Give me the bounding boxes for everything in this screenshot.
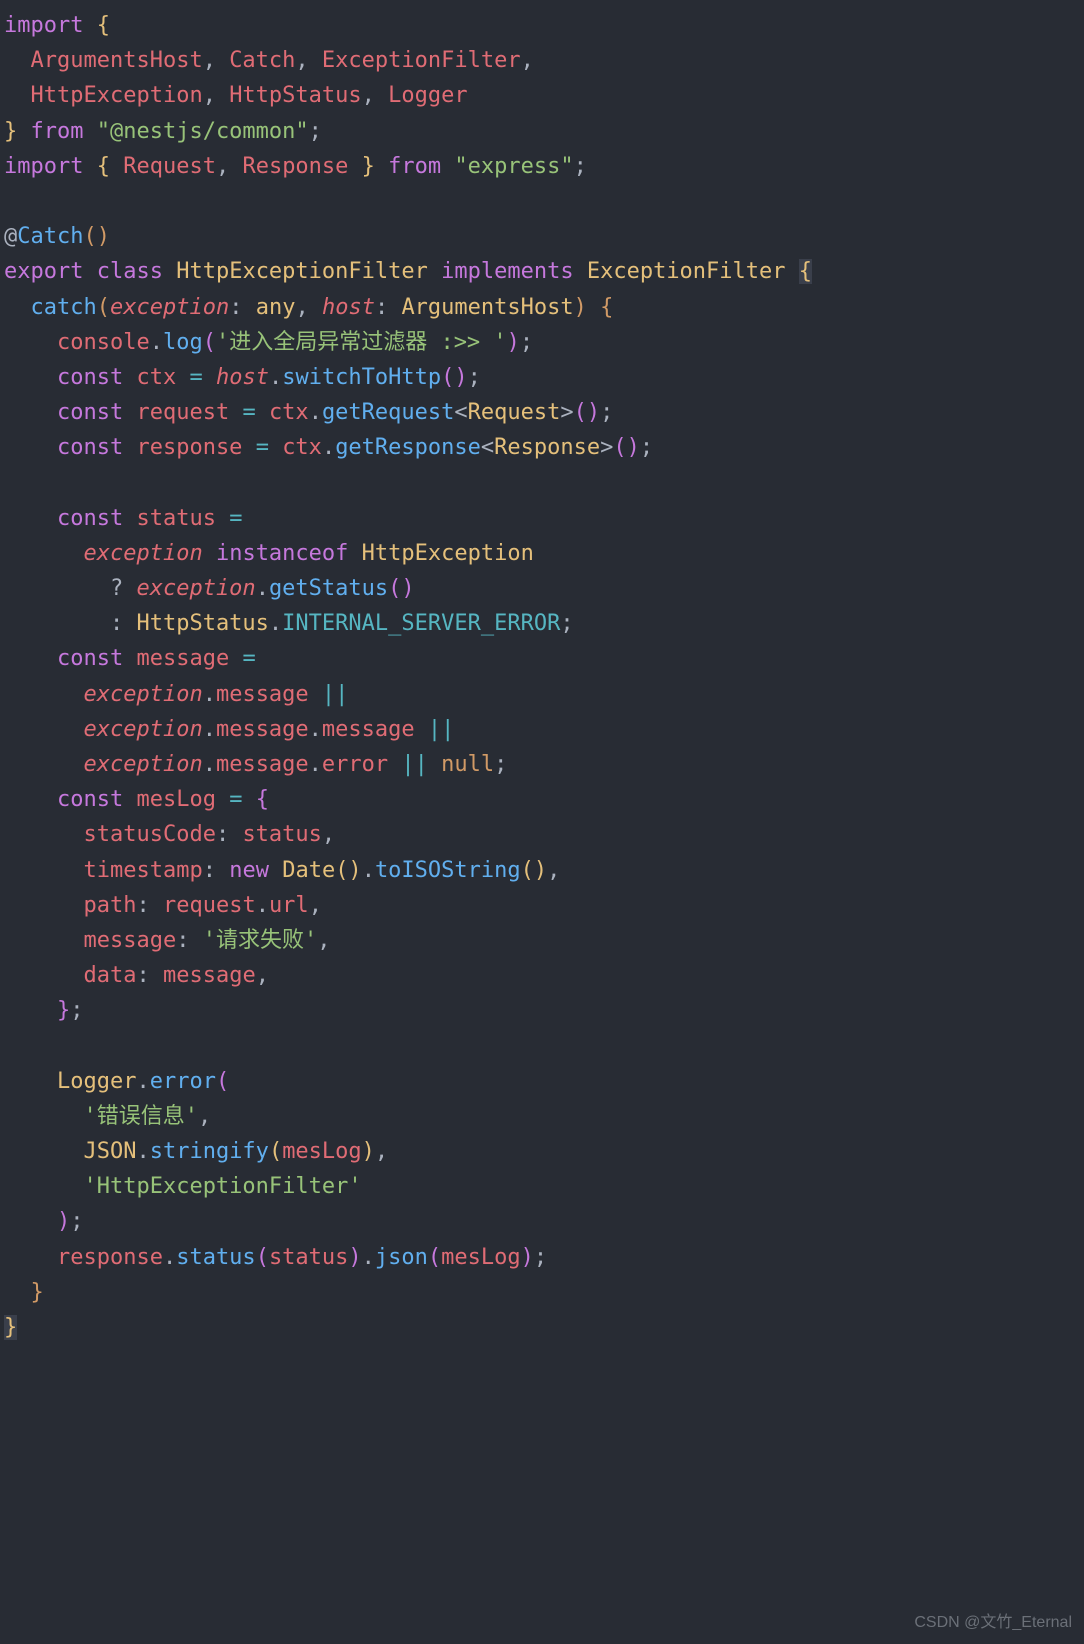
kw-import: import — [4, 154, 83, 179]
id-Logger: Logger — [57, 1069, 136, 1094]
id-mesLog: mesLog — [441, 1245, 520, 1270]
kw-const: const — [57, 365, 123, 390]
key-statusCode: statusCode — [83, 822, 215, 847]
id-message: message — [163, 963, 256, 988]
id-Response: Response — [242, 154, 348, 179]
id-ctx: ctx — [269, 400, 309, 425]
prop-message: message — [216, 717, 309, 742]
kw-export: export — [4, 259, 83, 284]
id-exception: exception — [83, 682, 202, 707]
kw-const: const — [57, 646, 123, 671]
id-Logger: Logger — [388, 83, 467, 108]
fn-stringify: stringify — [150, 1139, 269, 1164]
id-ctx: ctx — [282, 435, 322, 460]
type-HttpException: HttpException — [362, 541, 534, 566]
id-response: response — [57, 1245, 163, 1270]
prop-message: message — [216, 752, 309, 777]
decorator-Catch: Catch — [17, 224, 83, 249]
str-nestjs: "@nestjs/common" — [97, 119, 309, 144]
fn-getResponse: getResponse — [335, 435, 481, 460]
kw-import: import — [4, 13, 83, 38]
kw-class: class — [97, 259, 163, 284]
kw-const: const — [57, 400, 123, 425]
id-ExceptionFilter: ExceptionFilter — [322, 48, 521, 73]
kw-implements: implements — [441, 259, 573, 284]
type-ExceptionFilter: ExceptionFilter — [587, 259, 786, 284]
id-status: status — [136, 506, 215, 531]
id-console: console — [57, 330, 150, 355]
kw-const: const — [57, 506, 123, 531]
key-timestamp: timestamp — [83, 858, 202, 883]
kw-instanceof: instanceof — [216, 541, 348, 566]
decorator-at: @ — [4, 224, 17, 249]
key-path: path — [83, 893, 136, 918]
fn-getRequest: getRequest — [322, 400, 454, 425]
fn-error: error — [150, 1069, 216, 1094]
id-Request: Request — [123, 154, 216, 179]
kw-from: from — [31, 119, 84, 144]
param-host: host — [322, 295, 375, 320]
kw-new: new — [229, 858, 269, 883]
id-mesLog: mesLog — [136, 787, 215, 812]
fn-getStatus: getStatus — [269, 576, 388, 601]
method-catch: catch — [31, 295, 97, 320]
id-status: status — [269, 1245, 348, 1270]
code-block: import { ArgumentsHost, Catch, Exception… — [0, 0, 1084, 1353]
fn-toISOString: toISOString — [375, 858, 521, 883]
kw-from: from — [388, 154, 441, 179]
id-HttpStatus: HttpStatus — [136, 611, 268, 636]
str-filter: 'HttpExceptionFilter' — [83, 1174, 361, 1199]
fn-switchToHttp: switchToHttp — [282, 365, 441, 390]
class-Date: Date — [282, 858, 335, 883]
param-exception: exception — [110, 295, 229, 320]
type-any: any — [256, 295, 296, 320]
type-Response: Response — [494, 435, 600, 460]
prop-url: url — [269, 893, 309, 918]
id-message: message — [136, 646, 229, 671]
id-host: host — [216, 365, 269, 390]
kw-null: null — [441, 752, 494, 777]
const-INTERNAL: INTERNAL_SERVER_ERROR — [282, 611, 560, 636]
prop-error: error — [322, 752, 388, 777]
watermark: CSDN @文竹_Eternal — [914, 1610, 1072, 1636]
id-JSON: JSON — [83, 1139, 136, 1164]
key-data: data — [83, 963, 136, 988]
str-log: '进入全局异常过滤器 :>> ' — [216, 330, 507, 355]
id-HttpException: HttpException — [31, 83, 203, 108]
id-HttpStatus: HttpStatus — [229, 83, 361, 108]
fn-log: log — [163, 330, 203, 355]
kw-const: const — [57, 787, 123, 812]
id-Catch: Catch — [229, 48, 295, 73]
id-exception: exception — [83, 541, 202, 566]
id-request: request — [136, 400, 229, 425]
id-mesLog: mesLog — [282, 1139, 361, 1164]
fn-json: json — [375, 1245, 428, 1270]
class-HttpExceptionFilter: HttpExceptionFilter — [176, 259, 428, 284]
id-ArgumentsHost: ArgumentsHost — [31, 48, 203, 73]
key-message: message — [83, 928, 176, 953]
id-exception: exception — [83, 752, 202, 777]
prop-message: message — [216, 682, 309, 707]
id-status: status — [242, 822, 321, 847]
id-ctx: ctx — [136, 365, 176, 390]
type-Request: Request — [468, 400, 561, 425]
id-exception: exception — [136, 576, 255, 601]
id-response: response — [136, 435, 242, 460]
str-errinfo: '错误信息' — [83, 1104, 198, 1129]
prop-message: message — [322, 717, 415, 742]
kw-const: const — [57, 435, 123, 460]
str-express: "express" — [454, 154, 573, 179]
str-reqfail: '请求失败' — [203, 928, 318, 953]
fn-status: status — [176, 1245, 255, 1270]
type-ArgumentsHost: ArgumentsHost — [401, 295, 573, 320]
id-request: request — [163, 893, 256, 918]
id-exception: exception — [83, 717, 202, 742]
